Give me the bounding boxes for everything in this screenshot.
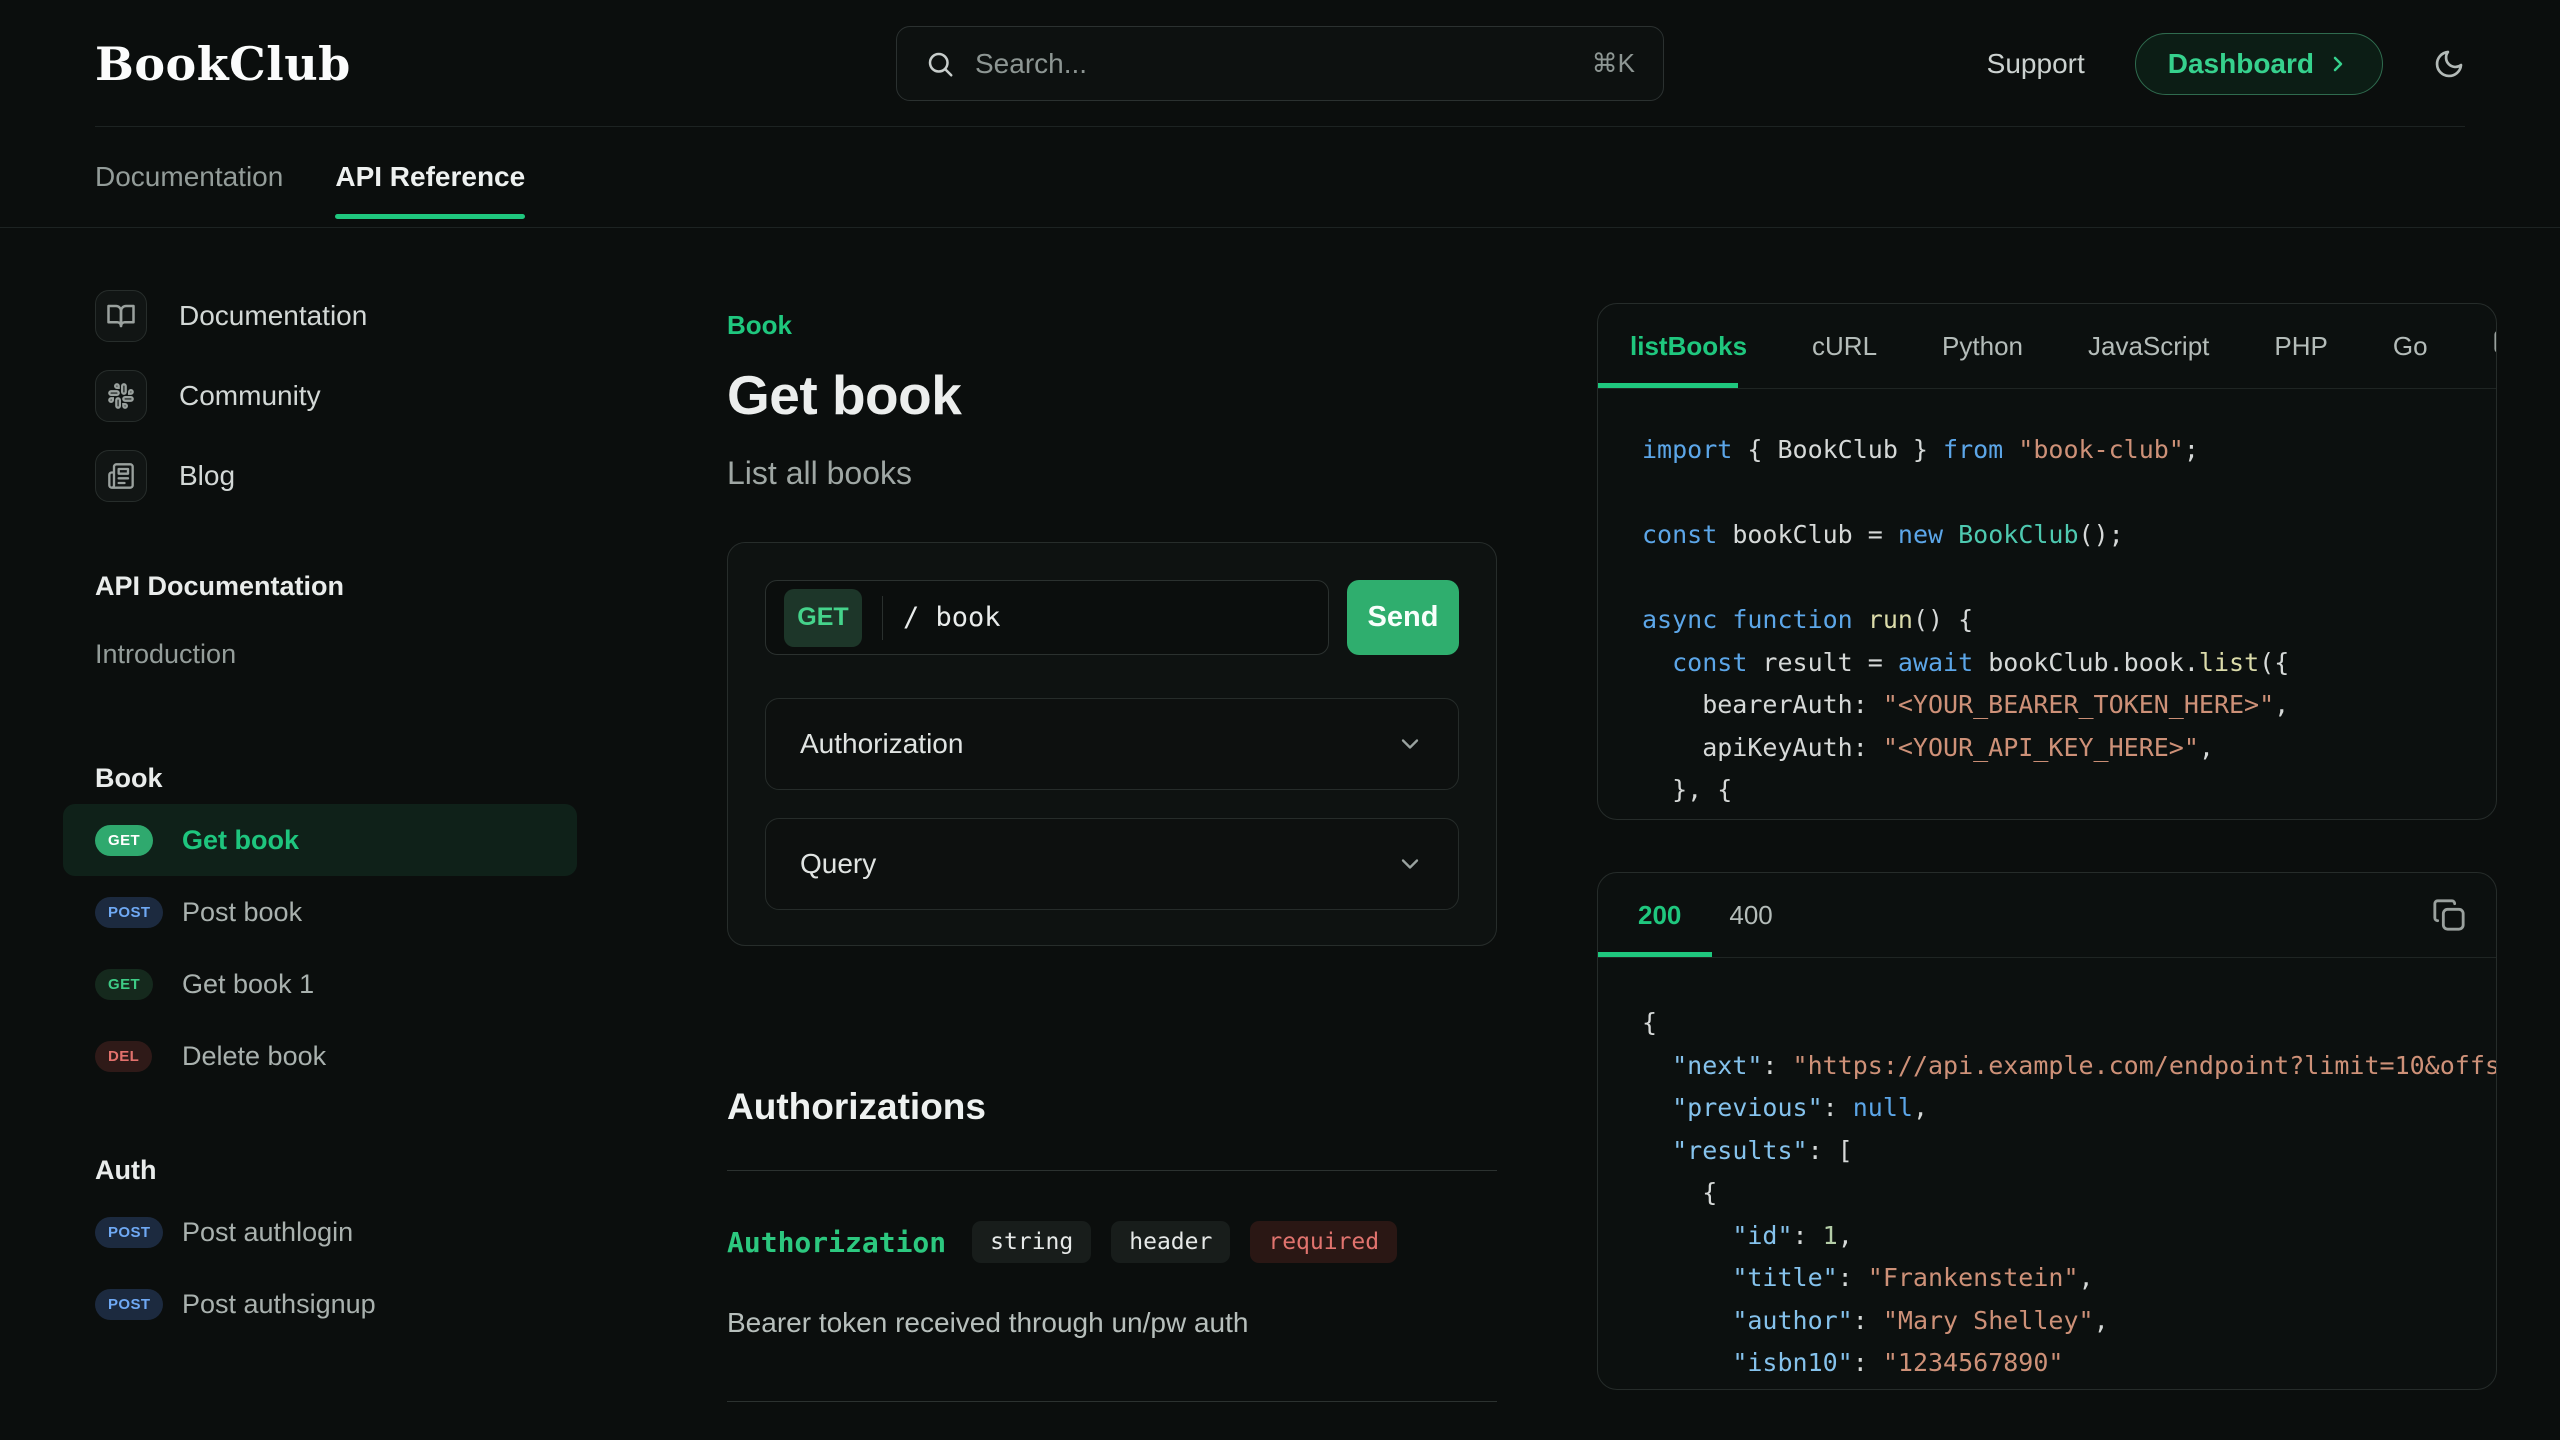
copy-response-button[interactable]	[2432, 898, 2466, 932]
chevron-down-icon	[1396, 730, 1424, 758]
sidebar-item-label: Post authlogin	[182, 1217, 353, 1248]
active-tab-underline	[1598, 952, 1712, 957]
tab-documentation[interactable]: Documentation	[95, 127, 283, 227]
copy-code-button[interactable]	[2493, 329, 2497, 363]
sidebar-item-label: Documentation	[179, 300, 367, 332]
code-language-tabs: listBooks cURL Python JavaScript PHP Go	[1598, 304, 2496, 389]
copy-icon	[2493, 329, 2497, 363]
app: BookClub Search... ⌘K Support Dashboard	[0, 0, 2560, 1440]
authorization-param-row: Authorization string header required	[727, 1221, 1497, 1263]
code-column: listBooks cURL Python JavaScript PHP Go …	[1597, 303, 2497, 1390]
sidebar-item-label: Get book 1	[182, 969, 314, 1000]
sidebar-item-blog[interactable]: Blog	[63, 436, 577, 516]
main-content: Book Get book List all books GET / book …	[727, 290, 1497, 1402]
param-description: Bearer token received through un/pw auth	[727, 1307, 1497, 1339]
endpoint-divider	[882, 596, 883, 640]
sidebar-item-get-book-1[interactable]: GET Get book 1	[63, 948, 577, 1020]
send-button[interactable]: Send	[1347, 580, 1459, 655]
active-tab-underline	[1598, 383, 1738, 388]
sidebar-item-label: Get book	[182, 825, 299, 856]
method-badge: POST	[95, 897, 163, 928]
copy-icon	[2432, 898, 2466, 932]
response-status-tabs: 200 400	[1598, 873, 2496, 958]
search-placeholder: Search...	[975, 48, 1087, 80]
param-location-badge: header	[1111, 1221, 1230, 1263]
header: BookClub Search... ⌘K Support Dashboard	[0, 0, 2560, 127]
sidebar-section-book: Book	[63, 752, 577, 804]
slack-icon	[95, 370, 147, 422]
authorization-dropdown[interactable]: Authorization	[765, 698, 1459, 790]
chevron-down-icon	[1396, 850, 1424, 878]
method-badge: DEL	[95, 1041, 152, 1072]
code-sample-panel: listBooks cURL Python JavaScript PHP Go …	[1597, 303, 2497, 820]
breadcrumb-category: Book	[727, 310, 1497, 341]
query-dropdown[interactable]: Query	[765, 818, 1459, 910]
sidebar-item-label: Community	[179, 380, 321, 412]
section-divider	[727, 1170, 1497, 1171]
dashboard-button[interactable]: Dashboard	[2135, 33, 2383, 95]
sidebar-item-documentation[interactable]: Documentation	[63, 276, 577, 356]
newspaper-icon	[95, 450, 147, 502]
response-tab-200[interactable]: 200	[1638, 900, 1681, 931]
search-shortcut: ⌘K	[1592, 48, 1635, 79]
sidebar-item-community[interactable]: Community	[63, 356, 577, 436]
chevron-right-icon	[2326, 52, 2350, 76]
api-playground: GET / book Send Authorization Query	[727, 542, 1497, 946]
response-panel: 200 400 { "next": "https://api.example.c…	[1597, 872, 2497, 1390]
book-open-icon	[95, 290, 147, 342]
tab-api-reference[interactable]: API Reference	[335, 127, 525, 227]
endpoint-path: / book	[903, 602, 1001, 633]
page-subtitle: List all books	[727, 455, 1497, 492]
response-tab-400[interactable]: 400	[1729, 900, 1772, 931]
code-tab-python[interactable]: Python	[1942, 331, 2023, 362]
sidebar-item-delete-book[interactable]: DEL Delete book	[63, 1020, 577, 1092]
sidebar-item-label: Post authsignup	[182, 1289, 376, 1320]
sidebar: Documentation Community Blog API Documen…	[63, 276, 577, 1340]
code-tab-php[interactable]: PHP	[2274, 331, 2327, 362]
search-icon	[925, 49, 955, 79]
moon-icon	[2433, 48, 2465, 80]
endpoint-method-badge: GET	[784, 589, 862, 647]
endpoint-input[interactable]: GET / book	[765, 580, 1329, 655]
method-badge: POST	[95, 1289, 163, 1320]
dropdown-label: Authorization	[800, 728, 963, 760]
param-type-badge: string	[972, 1221, 1091, 1263]
brand-logo: BookClub	[95, 37, 351, 91]
endpoint-row: GET / book Send	[765, 580, 1459, 655]
dropdown-label: Query	[800, 848, 876, 880]
page-title: Get book	[727, 363, 1497, 427]
response-body: { "next": "https://api.example.com/endpo…	[1598, 958, 2496, 1385]
sidebar-item-label: Delete book	[182, 1041, 326, 1072]
method-badge: POST	[95, 1217, 163, 1248]
sidebar-item-get-book[interactable]: GET Get book	[63, 804, 577, 876]
primary-nav: Documentation API Reference	[0, 127, 2560, 228]
section-divider	[727, 1401, 1497, 1402]
header-actions: Support Dashboard	[1987, 33, 2465, 95]
search-input[interactable]: Search... ⌘K	[896, 26, 1664, 101]
support-link[interactable]: Support	[1987, 48, 2085, 80]
sidebar-section-auth: Auth	[63, 1144, 577, 1196]
code-tab-listbooks[interactable]: listBooks	[1630, 331, 1747, 362]
code-sample: import { BookClub } from "book-club"; co…	[1598, 389, 2496, 812]
sidebar-item-post-authsignup[interactable]: POST Post authsignup	[63, 1268, 577, 1340]
code-tab-go[interactable]: Go	[2393, 331, 2428, 362]
param-required-badge: required	[1250, 1221, 1397, 1263]
code-tab-javascript[interactable]: JavaScript	[2088, 331, 2209, 362]
sidebar-item-post-authlogin[interactable]: POST Post authlogin	[63, 1196, 577, 1268]
sidebar-item-label: Post book	[182, 897, 302, 928]
method-badge: GET	[95, 825, 153, 856]
method-badge: GET	[95, 969, 153, 1000]
sidebar-item-label: Blog	[179, 460, 235, 492]
sidebar-item-introduction[interactable]: Introduction	[63, 626, 577, 682]
sidebar-section-api-documentation: API Documentation	[63, 560, 577, 612]
code-tab-curl[interactable]: cURL	[1812, 331, 1877, 362]
sidebar-item-post-book[interactable]: POST Post book	[63, 876, 577, 948]
param-name: Authorization	[727, 1226, 946, 1259]
dashboard-label: Dashboard	[2168, 48, 2314, 80]
dark-mode-toggle[interactable]	[2433, 48, 2465, 80]
authorizations-heading: Authorizations	[727, 1086, 1497, 1128]
